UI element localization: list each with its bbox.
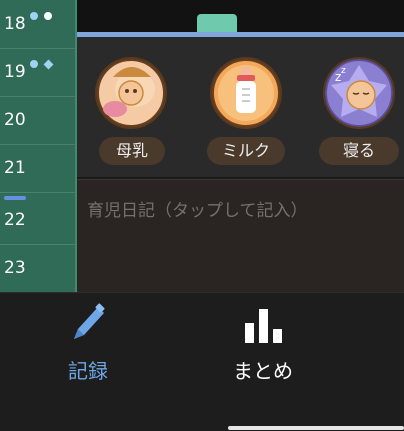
hour-label: 23	[4, 258, 26, 278]
current-time-marker	[4, 196, 26, 200]
pencil-icon	[74, 303, 105, 339]
hour-row-19[interactable]: 19	[0, 48, 75, 97]
home-indicator	[228, 426, 404, 430]
tab-record[interactable]: 記録	[30, 293, 150, 403]
svg-text:z: z	[341, 66, 346, 76]
action-label: 寝る	[319, 137, 399, 165]
hour-label: 18	[4, 14, 26, 34]
tab-label: まとめ	[233, 359, 293, 383]
tab-label: 記録	[68, 359, 108, 383]
milk-button[interactable]: ミルク	[197, 37, 307, 177]
tab-summary[interactable]: まとめ	[215, 293, 325, 403]
action-panel: 母乳 ミルク z z 寝る	[77, 37, 404, 177]
white-dot-icon	[44, 12, 52, 20]
light-blue-dot-icon	[30, 12, 38, 20]
hour-label: 21	[4, 158, 26, 178]
bottom-nav: 記録 まとめ	[0, 292, 404, 431]
milk-bottle-icon	[212, 59, 280, 127]
sleeping-baby-icon: z z	[325, 59, 393, 127]
hour-label: 19	[4, 62, 26, 82]
hour-label: 20	[4, 110, 26, 130]
hour-row-18[interactable]: 18	[0, 0, 75, 49]
hour-row-22[interactable]: 22	[0, 196, 75, 245]
top-strip	[77, 0, 404, 32]
hour-label: 22	[4, 210, 26, 230]
hour-row-20[interactable]: 20	[0, 96, 75, 145]
hour-row-21[interactable]: 21	[0, 144, 75, 193]
bar-chart-icon	[245, 309, 282, 343]
baby-breastfeeding-icon	[97, 59, 165, 127]
sleep-button[interactable]: z z 寝る	[311, 37, 404, 177]
light-blue-diamond-icon	[43, 59, 54, 70]
action-label: ミルク	[207, 137, 285, 165]
light-blue-dot-icon	[30, 60, 38, 68]
action-label: 母乳	[99, 137, 165, 165]
diary-input[interactable]: 育児日記（タップして記入）	[77, 179, 404, 293]
breastfeeding-button[interactable]: 母乳	[87, 37, 197, 177]
calendar-tab-icon[interactable]	[197, 14, 237, 32]
diary-placeholder: 育児日記（タップして記入）	[87, 201, 308, 221]
hour-row-23[interactable]: 23	[0, 244, 75, 293]
hour-ruler[interactable]: 18 19 20 21 22 23	[0, 0, 77, 293]
